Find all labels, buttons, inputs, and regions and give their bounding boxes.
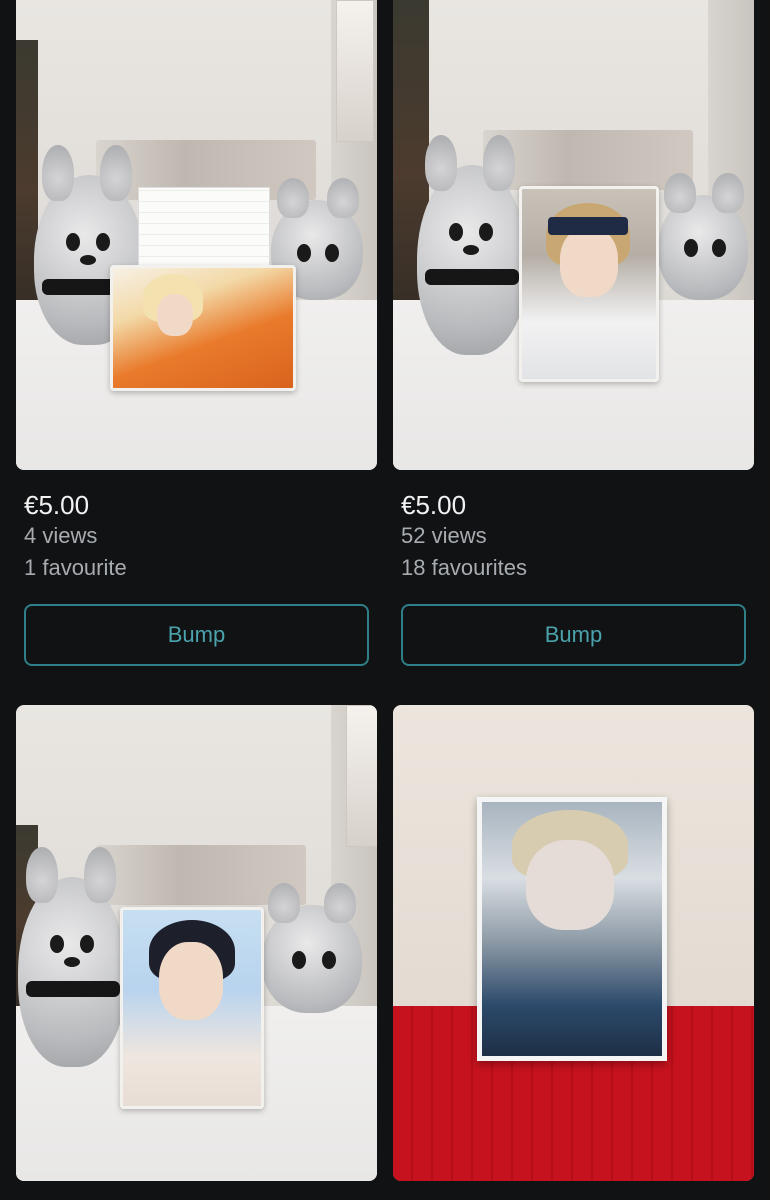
plush-toy <box>262 883 362 1013</box>
listing-photo[interactable] <box>393 0 754 470</box>
listing-views: 52 views <box>401 523 487 548</box>
listing-card[interactable] <box>393 705 754 1181</box>
listing-photo[interactable] <box>16 705 377 1181</box>
listing-price: €5.00 <box>401 490 467 520</box>
listing-price: €5.00 <box>24 490 90 520</box>
listing-grid: €5.00 4 views 1 favourite Bump €5.00 52 … <box>0 0 770 1200</box>
listing-favourites: 1 favourite <box>24 555 127 580</box>
listing-views: 4 views <box>24 523 98 548</box>
listing-card[interactable] <box>16 705 377 1181</box>
plush-toy <box>658 173 748 300</box>
photocard <box>110 265 296 391</box>
bump-button[interactable]: Bump <box>401 604 746 666</box>
plush-toy <box>18 847 126 1067</box>
photo-frame <box>477 797 667 1061</box>
listing-photo[interactable] <box>393 705 754 1181</box>
listing-card[interactable]: €5.00 4 views 1 favourite Bump <box>16 0 377 666</box>
listing-info: €5.00 4 views 1 favourite Bump <box>16 470 377 666</box>
photocard <box>120 907 264 1109</box>
listing-info: €5.00 52 views 18 favourites Bump <box>393 470 754 666</box>
listing-photo[interactable] <box>16 0 377 470</box>
listing-favourites: 18 favourites <box>401 555 527 580</box>
plush-toy <box>417 135 527 355</box>
photocard <box>519 186 659 382</box>
listing-card[interactable]: €5.00 52 views 18 favourites Bump <box>393 0 754 666</box>
bump-button[interactable]: Bump <box>24 604 369 666</box>
